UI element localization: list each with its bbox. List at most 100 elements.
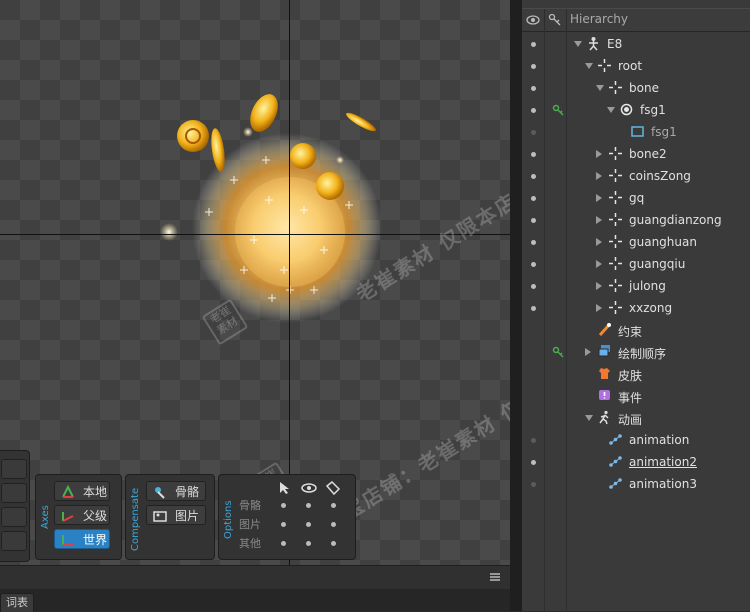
hierarchy-row[interactable]: bone [522, 77, 750, 99]
bones-select-toggle[interactable] [281, 503, 286, 508]
hierarchy-row[interactable]: guangqiu [522, 253, 750, 275]
collapse-arrow-icon[interactable] [596, 260, 602, 268]
bone-icon [609, 147, 622, 160]
hierarchy-row[interactable]: root [522, 55, 750, 77]
hierarchy-row-label: guangdianzong [629, 213, 722, 227]
hierarchy-row[interactable]: gq [522, 187, 750, 209]
expand-arrow-icon[interactable] [585, 63, 593, 69]
options-row-bones-label: 骨骼 [239, 499, 261, 512]
images-select-toggle[interactable] [281, 522, 286, 527]
animation-viewport[interactable]: 淘宝店铺：老崔素材 仅限本店咨询 老崔素材 仅限本店咨询 老崔素材 老崔素材 A… [0, 0, 510, 565]
hierarchy-row[interactable]: julong [522, 275, 750, 297]
hierarchy-row[interactable]: 事件 [522, 385, 750, 407]
options-grid: 骨骼 图片 其他 [239, 481, 349, 555]
options-row-images-label: 图片 [239, 518, 261, 531]
collapse-arrow-icon[interactable] [585, 348, 591, 356]
hierarchy-row[interactable]: 约束 [522, 319, 750, 341]
collapse-arrow-icon[interactable] [596, 194, 602, 202]
key-column-header[interactable] [544, 9, 567, 31]
visibility-dot[interactable] [531, 42, 536, 47]
visibility-dot[interactable] [531, 218, 536, 223]
visibility-dot[interactable] [531, 262, 536, 267]
axes-local-button[interactable]: 本地 [54, 481, 110, 501]
visibility-dot[interactable] [531, 460, 536, 465]
bone-icon [609, 213, 622, 226]
bottom-tab-bar: 词表 [0, 589, 510, 612]
hierarchy-row[interactable]: bone2 [522, 143, 750, 165]
others-select-toggle[interactable] [281, 541, 286, 546]
expand-arrow-icon[interactable] [585, 415, 593, 421]
animation-icon [609, 434, 622, 445]
hierarchy-row[interactable]: animation3 [522, 473, 750, 495]
visibility-dot[interactable] [531, 438, 536, 443]
hierarchy-row[interactable]: animation2 [522, 451, 750, 473]
hierarchy-row[interactable]: xxzong [522, 297, 750, 319]
parent-axes-icon [62, 512, 74, 522]
axes-parent-button[interactable]: 父级 [54, 505, 110, 525]
visibility-dot[interactable] [531, 130, 536, 135]
options-label: Options [223, 500, 234, 539]
region-attachment-icon [631, 126, 644, 137]
key-icon[interactable] [552, 346, 564, 358]
bones-names-toggle[interactable] [331, 503, 336, 508]
hierarchy-row[interactable]: fsg1 [522, 99, 750, 121]
compensate-images-button[interactable]: 图片 [146, 505, 206, 525]
compensate-label: Compensate [130, 487, 141, 551]
expand-arrow-icon[interactable] [607, 107, 615, 113]
visibility-dot[interactable] [531, 482, 536, 487]
menu-icon[interactable] [490, 572, 500, 582]
hierarchy-row[interactable]: guanghuan [522, 231, 750, 253]
hierarchy-row[interactable]: 动画 [522, 407, 750, 429]
visibility-column-header[interactable] [522, 9, 545, 31]
image-compensate-icon [153, 511, 167, 522]
images-names-toggle[interactable] [331, 522, 336, 527]
compensate-images-label: 图片 [175, 509, 200, 523]
collapse-arrow-icon[interactable] [596, 282, 602, 290]
options-row-others-label: 其他 [239, 537, 261, 550]
hierarchy-row-label: julong [629, 279, 666, 293]
select-icon [280, 482, 289, 494]
compensate-bones-button[interactable]: 骨骼 [146, 481, 206, 501]
bottom-tab[interactable]: 词表 [0, 593, 34, 612]
weights-tool-button[interactable] [1, 507, 27, 527]
visibility-dot[interactable] [531, 174, 536, 179]
hierarchy-row[interactable]: coinsZong [522, 165, 750, 187]
pose-tool-button[interactable] [1, 459, 27, 479]
panel-splitter[interactable] [510, 0, 522, 611]
skeleton-icon [589, 37, 598, 51]
collapse-arrow-icon[interactable] [596, 172, 602, 180]
collapse-arrow-icon[interactable] [596, 238, 602, 246]
expand-arrow-icon[interactable] [574, 41, 582, 47]
images-visible-toggle[interactable] [306, 522, 311, 527]
hierarchy-row[interactable]: fsg1 [522, 121, 750, 143]
events-icon [599, 390, 610, 400]
create-tool-button[interactable] [1, 531, 27, 551]
hierarchy-row[interactable]: E8 [522, 33, 750, 55]
hierarchy-row[interactable]: animation [522, 429, 750, 451]
hierarchy-row[interactable]: 绘制顺序 [522, 341, 750, 363]
visibility-dot[interactable] [531, 108, 536, 113]
key-tool-button[interactable] [1, 483, 27, 503]
collapse-arrow-icon[interactable] [596, 304, 602, 312]
bones-visible-toggle[interactable] [306, 503, 311, 508]
compensate-bones-label: 骨骼 [175, 485, 200, 499]
visibility-dot[interactable] [531, 196, 536, 201]
hierarchy-row-label: E8 [607, 37, 623, 51]
axes-world-button[interactable]: 世界 [54, 529, 110, 549]
axes-panel: Axes 本地 父级 世界 [35, 474, 122, 560]
visibility-dot[interactable] [531, 152, 536, 157]
expand-arrow-icon[interactable] [596, 85, 604, 91]
key-icon[interactable] [552, 104, 564, 116]
collapse-arrow-icon[interactable] [596, 216, 602, 224]
visibility-dot[interactable] [531, 306, 536, 311]
others-visible-toggle[interactable] [306, 541, 311, 546]
visibility-dot[interactable] [531, 284, 536, 289]
hierarchy-row[interactable]: guangdianzong [522, 209, 750, 231]
visibility-dot[interactable] [531, 240, 536, 245]
collapse-arrow-icon[interactable] [596, 150, 602, 158]
visibility-dot[interactable] [531, 86, 536, 91]
hierarchy-header: Hierarchy [522, 8, 750, 32]
visibility-dot[interactable] [531, 64, 536, 69]
hierarchy-row[interactable]: 皮肤 [522, 363, 750, 385]
others-names-toggle[interactable] [331, 541, 336, 546]
